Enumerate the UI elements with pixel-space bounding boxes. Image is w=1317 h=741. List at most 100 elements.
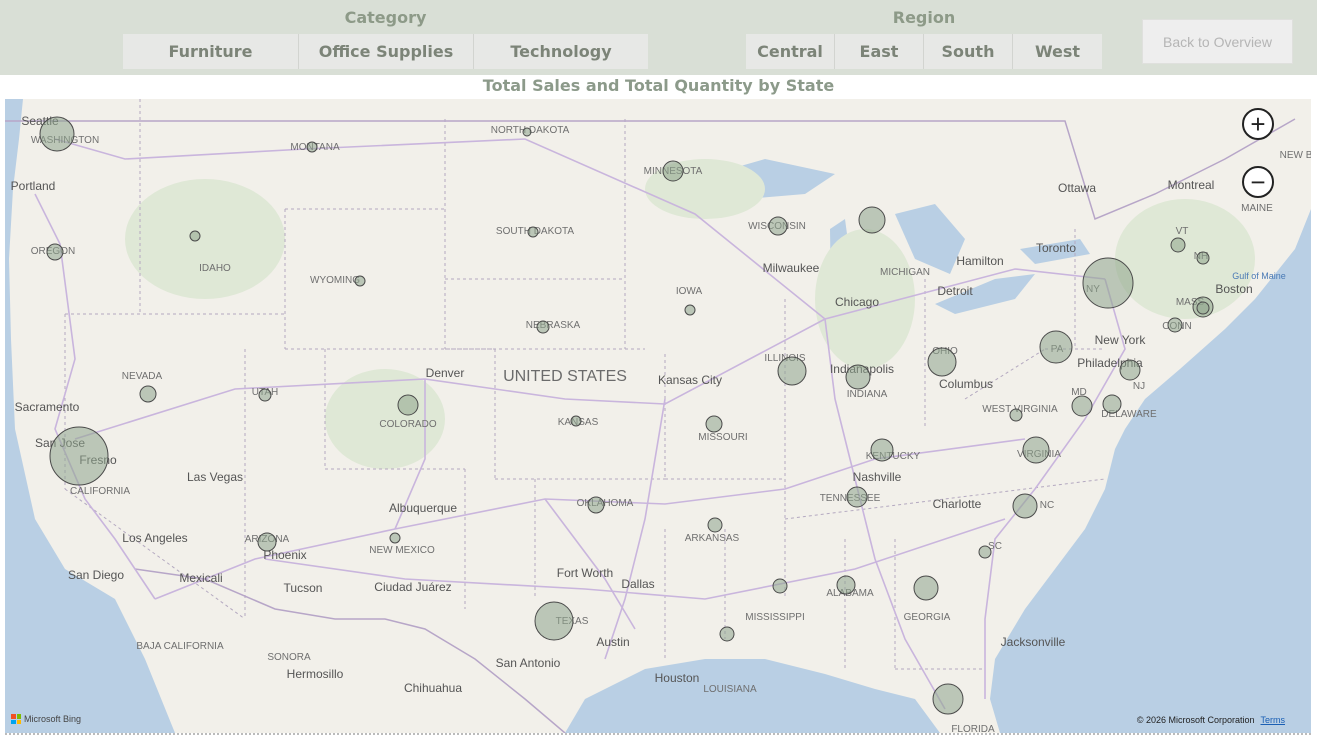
state-bubble[interactable]: Maine	[1196, 301, 1210, 315]
state-bubble[interactable]: Wisconsin	[768, 216, 788, 236]
state-bubble[interactable]: Indiana	[845, 364, 871, 390]
state-bubble[interactable]: South Carolina	[978, 545, 992, 559]
state-bubble[interactable]: California	[49, 426, 109, 486]
state-bubble[interactable]: North Dakota	[522, 127, 532, 137]
state-bubble[interactable]: Arkansas	[707, 517, 723, 533]
category-option-office-supplies[interactable]: Office Supplies	[299, 34, 474, 69]
category-option-furniture[interactable]: Furniture	[123, 34, 299, 69]
state-bubble[interactable]: Maryland	[1071, 395, 1093, 417]
city-label: Denver	[426, 366, 465, 380]
city-label: Los Angeles	[122, 531, 187, 545]
state-label: WYOMING	[310, 275, 360, 286]
city-label: Chicago	[835, 295, 879, 309]
state-bubble[interactable]: Nevada	[139, 385, 157, 403]
city-label: San Antonio	[496, 656, 561, 670]
map-copyright: © 2026 Microsoft Corporation Terms	[1137, 715, 1285, 725]
state-bubble[interactable]: Vermont	[1170, 237, 1186, 253]
state-bubble[interactable]: Mississippi	[772, 578, 788, 594]
copyright-text: © 2026 Microsoft Corporation	[1136, 715, 1255, 725]
state-bubble[interactable]: Delaware	[1102, 394, 1122, 414]
state-label: ARKANSAS	[685, 533, 740, 544]
city-label: Dallas	[621, 577, 654, 591]
state-label: BAJA CALIFORNIA	[136, 641, 224, 652]
category-option-technology[interactable]: Technology	[474, 34, 648, 69]
back-to-overview-button[interactable]: Back to Overview	[1142, 19, 1293, 64]
state-label: NEBRASKA	[526, 320, 581, 331]
state-bubble[interactable]: Connecticut	[1167, 317, 1183, 333]
state-bubble[interactable]: Alabama	[836, 575, 856, 595]
state-bubble[interactable]: Illinois	[777, 356, 807, 386]
city-label: Gulf of Maine	[1232, 271, 1286, 281]
state-bubble[interactable]: Texas	[534, 601, 574, 641]
city-label: New York	[1095, 333, 1147, 347]
state-bubble[interactable]: Oklahoma	[587, 496, 605, 514]
terrain-patch	[125, 179, 285, 299]
region-option-east[interactable]: East	[835, 34, 924, 69]
terms-link[interactable]: Terms	[1261, 715, 1286, 725]
state-bubble[interactable]: Ohio	[927, 347, 957, 377]
city-label: Boston	[1215, 282, 1252, 296]
region-slicer-title: Region	[892, 8, 956, 27]
state-bubble[interactable]: Idaho	[189, 230, 201, 242]
state-bubble[interactable]: North Carolina	[1012, 493, 1038, 519]
zoom-in-button[interactable]: +	[1242, 108, 1274, 140]
state-bubble[interactable]: Wyoming	[354, 275, 366, 287]
state-bubble[interactable]: New Hampshire	[1196, 251, 1210, 265]
state-bubble[interactable]: Kansas	[570, 415, 582, 427]
state-label: CALIFORNIA	[70, 486, 130, 497]
state-bubble[interactable]: Montana	[306, 141, 318, 153]
chart-title: Total Sales and Total Quantity by State	[482, 76, 835, 95]
bing-label: Microsoft Bing	[24, 714, 82, 724]
state-label: MAINE	[1241, 203, 1273, 214]
region-option-south[interactable]: South	[924, 34, 1013, 69]
city-label: Albuquerque	[389, 501, 457, 515]
city-label: Detroit	[937, 284, 973, 298]
state-bubble[interactable]: Washington	[39, 116, 75, 152]
state-label: NEW MEXICO	[369, 545, 435, 556]
state-bubble[interactable]: Oregon	[46, 243, 64, 261]
state-label: IOWA	[676, 286, 703, 297]
state-bubble[interactable]: New Mexico	[389, 532, 401, 544]
state-bubble[interactable]: New York	[1082, 257, 1134, 309]
city-label: Ciudad Juárez	[374, 580, 451, 594]
state-label: OKLAHOMA	[577, 498, 634, 509]
state-label: MISSOURI	[698, 432, 747, 443]
region-option-west[interactable]: West	[1013, 34, 1102, 69]
region-option-central[interactable]: Central	[746, 34, 835, 69]
bing-logo: Microsoft Bing	[11, 714, 81, 724]
state-bubble[interactable]: Pennsylvania	[1039, 330, 1073, 364]
state-label: NEW B	[1280, 150, 1311, 161]
city-label: Mexicali	[179, 571, 222, 585]
city-label: Hamilton	[956, 254, 1003, 268]
state-bubble[interactable]: Minnesota	[662, 160, 684, 182]
zoom-out-button[interactable]: −	[1242, 166, 1274, 198]
state-bubble[interactable]: West Virginia	[1009, 408, 1023, 422]
state-bubble[interactable]: South Dakota	[527, 226, 539, 238]
state-bubble[interactable]: Iowa	[684, 304, 696, 316]
state-bubble[interactable]: Georgia	[913, 575, 939, 601]
state-bubble[interactable]: New Jersey	[1119, 359, 1141, 381]
map-visual[interactable]: UNITED STATES WASHINGTONOREGONIDAHOMONTA…	[5, 99, 1311, 735]
city-label: Chihuahua	[404, 681, 462, 695]
map-canvas[interactable]: UNITED STATES WASHINGTONOREGONIDAHOMONTA…	[5, 99, 1311, 733]
state-bubble[interactable]: Missouri	[705, 415, 723, 433]
state-bubble[interactable]: Virginia	[1022, 436, 1050, 464]
state-bubble[interactable]: Colorado	[397, 394, 419, 416]
state-bubble[interactable]: Utah	[258, 388, 272, 402]
state-bubble[interactable]: Arizona	[257, 532, 277, 552]
city-label: Toronto	[1036, 241, 1076, 255]
state-label: NC	[1040, 500, 1054, 511]
state-label: MISSISSIPPI	[745, 612, 804, 623]
state-label: SONORA	[267, 652, 311, 663]
city-label: San Diego	[68, 568, 124, 582]
city-label: Hermosillo	[287, 667, 344, 681]
state-label: VT	[1176, 226, 1189, 237]
state-bubble[interactable]: Louisiana	[719, 626, 735, 642]
state-bubble[interactable]: Nebraska	[536, 320, 550, 334]
state-bubble[interactable]: Kentucky	[870, 438, 894, 462]
state-bubble[interactable]: Florida	[932, 683, 964, 715]
city-label: Ottawa	[1058, 181, 1096, 195]
state-bubble[interactable]: Michigan	[858, 206, 886, 234]
city-label: Austin	[596, 635, 629, 649]
state-bubble[interactable]: Tennessee	[846, 486, 868, 508]
